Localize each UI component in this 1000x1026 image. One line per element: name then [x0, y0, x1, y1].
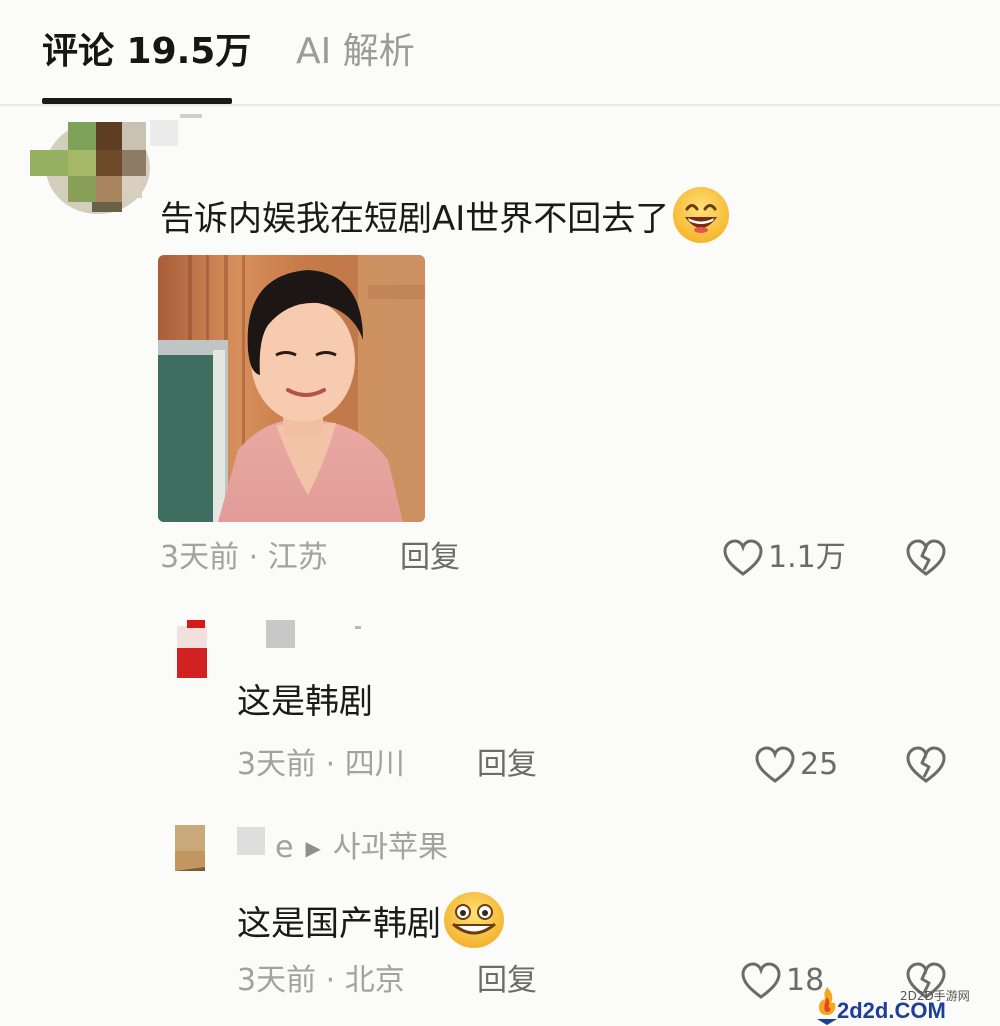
silly-emoji: [443, 890, 505, 961]
watermark: 2D2D手游网 2d2d.COM: [815, 985, 995, 1025]
reply-text: 这是韩剧: [237, 682, 373, 722]
reply-arrow-icon: ▶: [305, 836, 321, 860]
like-button[interactable]: 18: [740, 961, 824, 1001]
comment-time: 3天前: [160, 540, 240, 575]
reply-button[interactable]: 回复: [400, 538, 460, 578]
dislike-button[interactable]: [905, 746, 947, 788]
comment-location: 江苏: [267, 540, 328, 575]
reply-button[interactable]: 回复: [477, 745, 537, 785]
like-button[interactable]: 25: [754, 745, 838, 785]
active-tab-indicator: [42, 98, 232, 104]
reply-to-header: e ▶ 사과苹果: [275, 828, 448, 868]
reply-time: 3天前: [237, 963, 317, 998]
username-blurred[interactable]: [150, 120, 178, 146]
grin-emoji: [671, 185, 731, 256]
broken-heart-icon: [906, 539, 946, 576]
tab-ai-analysis[interactable]: AI 解析: [296, 28, 415, 76]
reply-button[interactable]: 回复: [477, 961, 537, 1001]
reply-location: 四川: [344, 747, 405, 782]
reply-to-username[interactable]: 사과苹果: [333, 828, 448, 868]
username-blurred-dot: [180, 114, 202, 118]
username-partial[interactable]: e: [275, 828, 293, 868]
username-blurred[interactable]: [266, 620, 295, 648]
reply-location: 北京: [344, 963, 405, 998]
reply-avatar[interactable]: [175, 825, 210, 877]
watermark-domain: 2d2d.COM: [837, 998, 946, 1023]
dislike-button[interactable]: [905, 539, 947, 581]
comment-tabs: 评论 19.5万 AI 解析: [0, 0, 1000, 106]
reply-meta: 3天前 · 四川: [237, 747, 405, 782]
broken-heart-icon: [906, 746, 946, 783]
avatar[interactable]: [30, 120, 150, 215]
reply-avatar[interactable]: [175, 618, 215, 680]
tab-comments[interactable]: 评论 19.5万: [42, 28, 251, 76]
reply-text: 这是国产韩剧: [237, 890, 505, 961]
username-blurred-dot: [355, 626, 361, 629]
heart-icon: [723, 539, 763, 576]
comment-text: 告诉内娱我在短剧AI世界不回去了: [160, 185, 731, 256]
like-count: 1.1万: [768, 540, 846, 575]
like-button[interactable]: 1.1万: [722, 538, 846, 578]
reply-meta: 3天前 · 北京: [237, 963, 405, 998]
comment-meta: 3天前 · 江苏: [160, 540, 328, 575]
reply-time: 3天前: [237, 747, 317, 782]
flame-logo-icon: [817, 987, 837, 1025]
heart-icon: [741, 962, 781, 999]
like-count: 25: [800, 747, 839, 782]
heart-icon: [755, 746, 795, 783]
username-blurred[interactable]: [237, 827, 265, 855]
comment-image[interactable]: [158, 255, 425, 522]
